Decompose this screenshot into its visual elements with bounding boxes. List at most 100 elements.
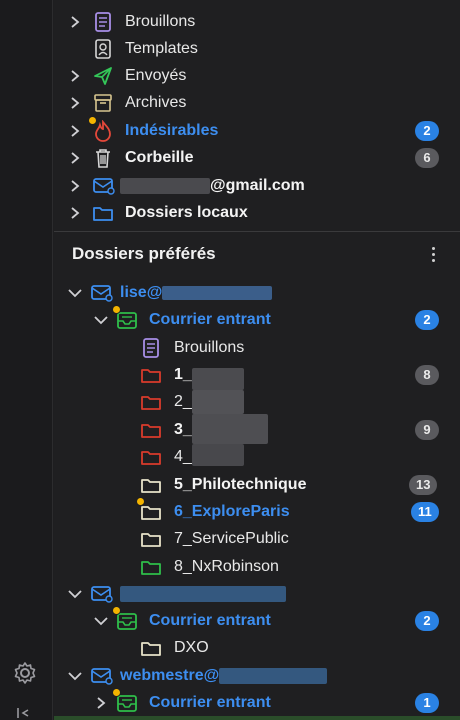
folder-label: Templates xyxy=(125,40,198,57)
chevron-right-icon[interactable] xyxy=(68,15,82,29)
folder-red-icon xyxy=(140,446,162,468)
folder-label: Courrier entrant xyxy=(149,612,271,629)
folder-neutral-icon xyxy=(140,637,162,659)
favorite-folder-4[interactable]: 4_ xyxy=(140,444,192,470)
redacted-address xyxy=(219,668,328,684)
folder-label: Courrier entrant xyxy=(149,311,271,328)
favorite-account-row-1[interactable]: lise@ xyxy=(68,280,273,306)
folder-label: 3_ xyxy=(174,421,192,438)
redacted-address xyxy=(120,586,286,602)
favorite-folder-8[interactable]: 8_NxRobinson xyxy=(140,554,279,580)
folder-label: 4_ xyxy=(174,448,192,465)
folder-row-sent[interactable]: Envoyés xyxy=(68,63,186,89)
chevron-right-icon[interactable] xyxy=(94,696,108,710)
section-divider xyxy=(54,231,460,232)
unread-count-badge: 8 xyxy=(415,365,439,385)
unread-count-badge: 2 xyxy=(415,611,439,631)
new-mail-dot xyxy=(112,606,121,615)
unread-count-badge: 1 xyxy=(415,693,439,713)
drafts-icon xyxy=(140,337,162,359)
sent-icon xyxy=(92,65,114,87)
account-label: lise@ xyxy=(120,284,163,301)
unread-count-badge: 2 xyxy=(415,121,439,141)
favorite-account-row-3[interactable]: webmestre@ xyxy=(68,663,328,689)
folder-label: 8_NxRobinson xyxy=(174,558,279,575)
trash-icon xyxy=(92,147,114,169)
folder-label: 2_ xyxy=(174,393,192,410)
favorite-folder-dxo[interactable]: DXO xyxy=(140,635,209,661)
unread-count-badge: 9 xyxy=(415,420,439,440)
folder-row-trash[interactable]: Corbeille xyxy=(68,145,193,171)
redacted-address xyxy=(120,178,210,194)
folder-label: Courrier entrant xyxy=(149,694,271,711)
chevron-down-icon[interactable] xyxy=(94,313,108,327)
folder-row-archives[interactable]: Archives xyxy=(68,90,186,116)
chevron-down-icon[interactable] xyxy=(68,587,82,601)
chevron-right-icon[interactable] xyxy=(68,179,82,193)
chevron-right-icon[interactable] xyxy=(68,206,82,220)
templates-icon xyxy=(92,38,114,60)
chevron-down-icon[interactable] xyxy=(68,286,82,300)
folder-row-local[interactable]: Dossiers locaux xyxy=(68,200,248,226)
folder-neutral-icon xyxy=(140,474,162,496)
favorite-folder-drafts[interactable]: Brouillons xyxy=(140,335,244,361)
new-mail-dot xyxy=(112,688,121,697)
folder-row-drafts[interactable]: Brouillons xyxy=(68,9,195,35)
folder-neutral-icon xyxy=(140,528,162,550)
favorite-folder-6[interactable]: 6_ExploreParis xyxy=(140,499,290,525)
left-rail xyxy=(0,0,53,720)
folder-red-icon xyxy=(140,391,162,413)
favorite-folder-1[interactable]: 1_ xyxy=(140,362,192,388)
chevron-right-icon[interactable] xyxy=(68,151,82,165)
account-label: @gmail.com xyxy=(210,177,305,194)
collapse-pane-icon[interactable] xyxy=(14,706,36,720)
unread-count-badge: 13 xyxy=(409,475,438,495)
local-folders-icon xyxy=(92,202,114,224)
folder-green-icon xyxy=(140,556,162,578)
account-icon xyxy=(90,583,113,605)
unread-count-badge: 6 xyxy=(415,148,439,168)
new-mail-dot xyxy=(136,497,145,506)
folder-label: 1_ xyxy=(174,366,192,383)
new-mail-dot xyxy=(112,305,121,314)
folder-label: 7_ServicePublic xyxy=(174,530,289,547)
account-icon xyxy=(90,665,113,687)
folder-label: Dossiers locaux xyxy=(125,204,248,221)
account-icon xyxy=(92,175,115,197)
archives-icon xyxy=(92,92,114,114)
favorite-account-row-2[interactable] xyxy=(68,581,286,607)
redacted-address xyxy=(162,286,273,300)
folder-pane: Brouillons Templates Envoyés Archives In… xyxy=(54,0,460,720)
account-icon xyxy=(90,282,113,304)
favorite-folder-3[interactable]: 3_ xyxy=(140,417,192,443)
unread-count-badge: 11 xyxy=(411,502,439,522)
bottom-edge xyxy=(54,716,460,720)
folder-label: 6_ExploreParis xyxy=(174,503,290,520)
chevron-right-icon[interactable] xyxy=(68,124,82,138)
new-mail-dot xyxy=(88,116,97,125)
unread-count-badge: 2 xyxy=(415,310,439,330)
folder-label: Brouillons xyxy=(174,339,245,356)
folder-label: Archives xyxy=(125,94,187,111)
drafts-icon xyxy=(92,11,114,33)
folder-label: Corbeille xyxy=(125,149,194,166)
favorite-folder-2[interactable]: 2_ xyxy=(140,389,192,415)
account-label: webmestre@ xyxy=(120,667,220,684)
folder-row-templates[interactable]: Templates xyxy=(68,36,198,62)
folder-red-icon xyxy=(140,364,162,386)
folder-label: DXO xyxy=(174,639,209,656)
chevron-down-icon[interactable] xyxy=(68,669,82,683)
favorites-title: Dossiers préférés xyxy=(72,244,216,263)
chevron-right-icon[interactable] xyxy=(68,69,82,83)
settings-gear-icon[interactable] xyxy=(12,660,38,686)
folder-label: Brouillons xyxy=(125,13,196,30)
chevron-right-icon[interactable] xyxy=(68,96,82,110)
chevron-down-icon[interactable] xyxy=(94,614,108,628)
folder-label: 5_Philotechnique xyxy=(174,476,307,493)
account-row-gmail[interactable]: @gmail.com xyxy=(68,173,305,199)
favorite-folder-5[interactable]: 5_Philotechnique xyxy=(140,472,306,498)
favorite-folder-7[interactable]: 7_ServicePublic xyxy=(140,526,289,552)
folder-red-icon xyxy=(140,419,162,441)
more-options-icon[interactable] xyxy=(430,247,436,265)
